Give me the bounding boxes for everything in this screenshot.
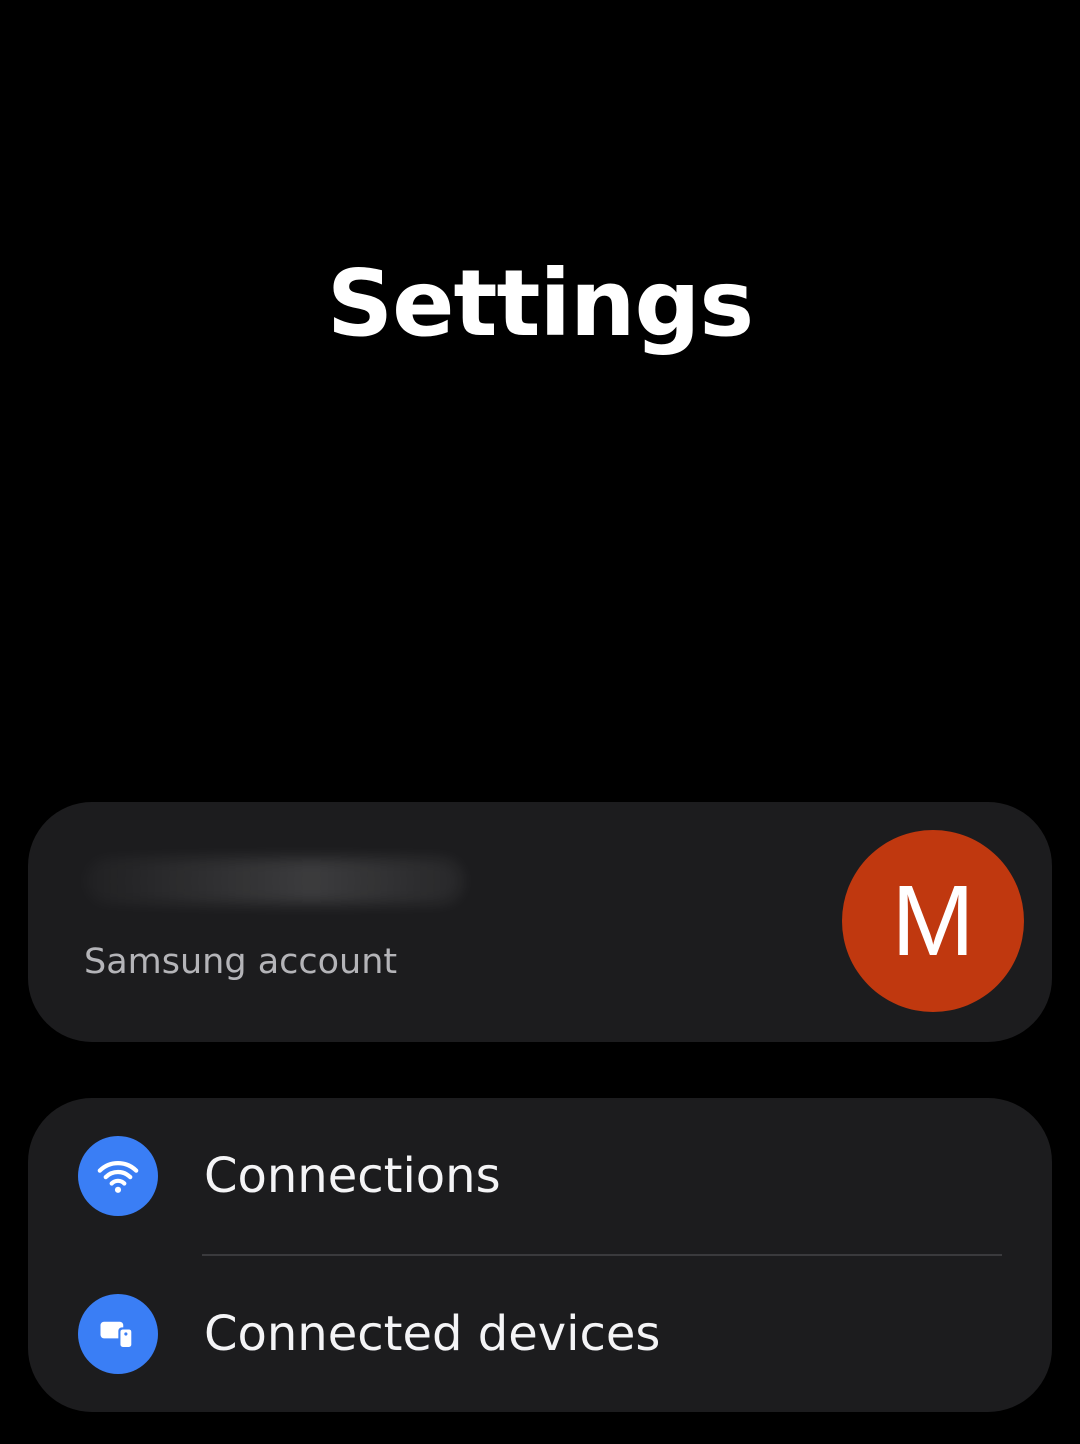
wifi-icon: [78, 1136, 158, 1216]
menu-item-connections[interactable]: Connections: [28, 1098, 1052, 1255]
menu-item-label: Connected devices: [204, 1306, 661, 1362]
avatar[interactable]: M: [842, 830, 1024, 1012]
account-name-redacted: [84, 858, 464, 904]
page-title: Settings: [326, 250, 754, 357]
menu-item-connected-devices[interactable]: Connected devices: [28, 1256, 1052, 1413]
menu-item-label: Connections: [204, 1148, 501, 1204]
connected-devices-icon: [78, 1294, 158, 1374]
account-subtitle: Samsung account: [84, 942, 398, 982]
